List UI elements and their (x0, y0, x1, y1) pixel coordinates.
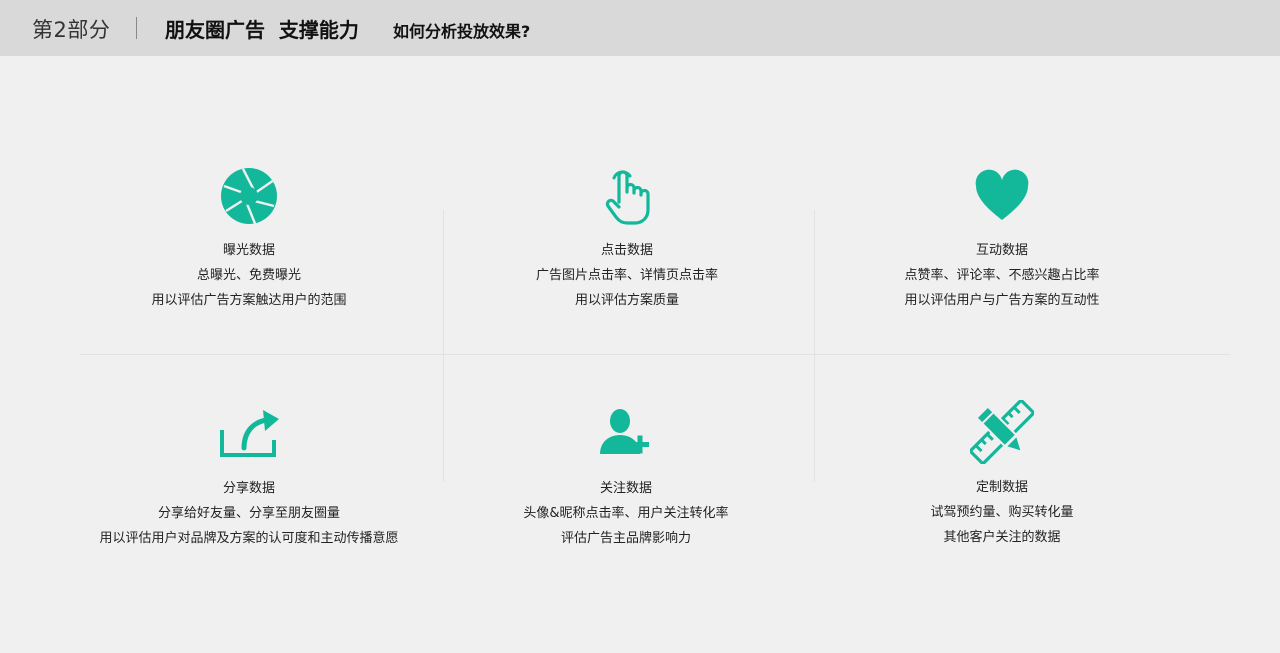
grid-divider-vertical-right (814, 210, 815, 482)
edit-pencil-icon (970, 400, 1034, 464)
heart-icon (970, 164, 1034, 228)
grid-divider-horizontal (80, 354, 1230, 355)
card-title: 关注数据 (599, 481, 652, 496)
card-metrics: 分享给好友量、分享至朋友圈量 (157, 506, 340, 521)
grid-divider-vertical-left (443, 210, 444, 482)
card-description: 用以评估方案质量 (574, 293, 679, 308)
card-title: 曝光数据 (222, 243, 275, 258)
card-clicks: 点击数据 广告图片点击率、详情页点击率 用以评估方案质量 (447, 160, 807, 320)
card-exposure: 曝光数据 总曝光、免费曝光 用以评估广告方案触达用户的范围 (69, 160, 429, 320)
card-title: 分享数据 (222, 481, 275, 496)
card-title: 点击数据 (600, 243, 653, 258)
aperture-icon (217, 164, 281, 228)
card-metrics: 总曝光、免费曝光 (196, 268, 301, 283)
page-subtitle: 如何分析投放效果? (393, 22, 531, 41)
card-metrics: 试驾预约量、购买转化量 (930, 505, 1074, 520)
tap-hand-icon (595, 164, 659, 228)
card-description: 其他客户关注的数据 (943, 530, 1061, 545)
card-title: 互动数据 (975, 243, 1028, 258)
card-sharing: 分享数据 分享给好友量、分享至朋友圈量 用以评估用户对品牌及方案的认可度和主动传… (69, 400, 429, 560)
page-title: 朋友圈广告 支撑能力 (165, 18, 359, 42)
card-metrics: 广告图片点击率、详情页点击率 (535, 268, 718, 283)
card-description: 用以评估广告方案触达用户的范围 (151, 293, 347, 308)
card-follow: 关注数据 头像&昵称点击率、用户关注转化率 评估广告主品牌影响力 (446, 400, 806, 560)
section-label: 第2部分 (32, 18, 111, 42)
add-user-icon (594, 404, 658, 468)
card-metrics: 头像&昵称点击率、用户关注转化率 (523, 506, 729, 521)
card-metrics: 点赞率、评论率、不感兴趣占比率 (904, 268, 1100, 283)
share-icon (217, 402, 281, 466)
card-description: 用以评估用户对品牌及方案的认可度和主动传播意愿 (99, 531, 399, 546)
header-bar: 第2部分 朋友圈广告 支撑能力 如何分析投放效果? (0, 0, 1280, 56)
card-description: 用以评估用户与广告方案的互动性 (904, 293, 1100, 308)
card-custom: 定制数据 试驾预约量、购买转化量 其他客户关注的数据 (822, 398, 1182, 558)
card-title: 定制数据 (975, 480, 1028, 495)
card-interaction: 互动数据 点赞率、评论率、不感兴趣占比率 用以评估用户与广告方案的互动性 (822, 160, 1182, 320)
card-description: 评估广告主品牌影响力 (560, 531, 691, 546)
header-divider (136, 17, 137, 39)
